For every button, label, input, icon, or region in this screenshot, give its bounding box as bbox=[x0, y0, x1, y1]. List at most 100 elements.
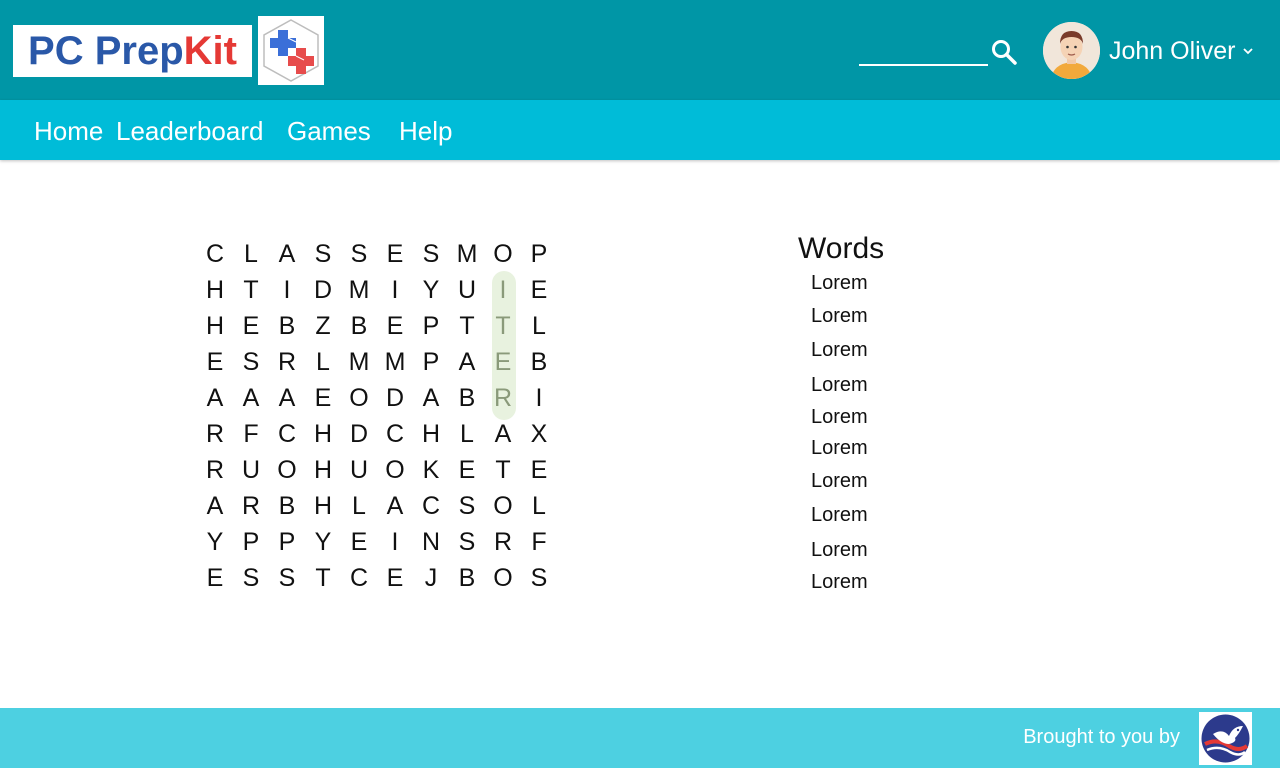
grid-cell[interactable]: H bbox=[197, 272, 233, 308]
grid-cell[interactable]: A bbox=[449, 344, 485, 380]
search-input[interactable] bbox=[859, 36, 988, 66]
grid-cell[interactable]: D bbox=[341, 416, 377, 452]
grid-cell[interactable]: A bbox=[233, 380, 269, 416]
grid-cell[interactable]: D bbox=[377, 380, 413, 416]
brand-logo[interactable]: PC Prep Kit bbox=[13, 25, 252, 77]
grid-cell[interactable]: S bbox=[269, 560, 305, 596]
grid-cell[interactable]: C bbox=[197, 236, 233, 272]
grid-cell[interactable]: R bbox=[233, 488, 269, 524]
brand-cross-icon[interactable] bbox=[258, 16, 324, 85]
grid-cell[interactable]: A bbox=[269, 236, 305, 272]
grid-cell[interactable]: O bbox=[269, 452, 305, 488]
grid-cell[interactable]: H bbox=[305, 452, 341, 488]
grid-cell[interactable]: L bbox=[341, 488, 377, 524]
grid-cell[interactable]: R bbox=[485, 380, 521, 416]
search-icon[interactable] bbox=[989, 37, 1019, 67]
grid-cell[interactable]: Y bbox=[413, 272, 449, 308]
grid-cell[interactable]: E bbox=[449, 452, 485, 488]
grid-cell[interactable]: E bbox=[377, 308, 413, 344]
grid-cell[interactable]: R bbox=[485, 524, 521, 560]
grid-cell[interactable]: A bbox=[413, 380, 449, 416]
grid-cell[interactable]: O bbox=[341, 380, 377, 416]
grid-cell[interactable]: E bbox=[377, 236, 413, 272]
grid-cell[interactable]: S bbox=[233, 344, 269, 380]
grid-cell[interactable]: M bbox=[377, 344, 413, 380]
grid-cell[interactable]: S bbox=[233, 560, 269, 596]
grid-cell[interactable]: B bbox=[341, 308, 377, 344]
grid-cell[interactable]: F bbox=[521, 524, 557, 560]
grid-cell[interactable]: D bbox=[305, 272, 341, 308]
grid-cell[interactable]: U bbox=[341, 452, 377, 488]
grid-cell[interactable]: Y bbox=[197, 524, 233, 560]
grid-cell[interactable]: A bbox=[197, 380, 233, 416]
grid-cell[interactable]: P bbox=[269, 524, 305, 560]
grid-cell[interactable]: B bbox=[449, 560, 485, 596]
grid-cell[interactable]: T bbox=[485, 308, 521, 344]
grid-cell[interactable]: E bbox=[305, 380, 341, 416]
grid-cell[interactable]: X bbox=[521, 416, 557, 452]
grid-cell[interactable]: H bbox=[197, 308, 233, 344]
grid-cell[interactable]: H bbox=[305, 488, 341, 524]
grid-cell[interactable]: M bbox=[341, 272, 377, 308]
grid-cell[interactable]: L bbox=[521, 308, 557, 344]
grid-cell[interactable]: A bbox=[197, 488, 233, 524]
grid-cell[interactable]: C bbox=[341, 560, 377, 596]
grid-cell[interactable]: O bbox=[377, 452, 413, 488]
grid-cell[interactable]: E bbox=[197, 344, 233, 380]
grid-cell[interactable]: N bbox=[413, 524, 449, 560]
grid-cell[interactable]: C bbox=[377, 416, 413, 452]
grid-cell[interactable]: B bbox=[449, 380, 485, 416]
grid-cell[interactable]: S bbox=[305, 236, 341, 272]
grid-cell[interactable]: L bbox=[233, 236, 269, 272]
grid-cell[interactable]: J bbox=[413, 560, 449, 596]
grid-cell[interactable]: I bbox=[269, 272, 305, 308]
grid-cell[interactable]: T bbox=[233, 272, 269, 308]
grid-cell[interactable]: P bbox=[413, 308, 449, 344]
grid-cell[interactable]: S bbox=[521, 560, 557, 596]
grid-cell[interactable]: U bbox=[449, 272, 485, 308]
grid-cell[interactable]: B bbox=[521, 344, 557, 380]
grid-cell[interactable]: E bbox=[521, 272, 557, 308]
grid-cell[interactable]: C bbox=[269, 416, 305, 452]
grid-cell[interactable]: B bbox=[269, 488, 305, 524]
nav-leaderboard[interactable]: Leaderboard bbox=[116, 115, 263, 147]
grid-cell[interactable]: O bbox=[485, 560, 521, 596]
nav-help[interactable]: Help bbox=[399, 115, 452, 147]
grid-cell[interactable]: S bbox=[341, 236, 377, 272]
grid-cell[interactable]: R bbox=[197, 416, 233, 452]
grid-cell[interactable]: Y bbox=[305, 524, 341, 560]
grid-cell[interactable]: T bbox=[305, 560, 341, 596]
user-name[interactable]: John Oliver bbox=[1109, 36, 1235, 66]
grid-cell[interactable]: M bbox=[449, 236, 485, 272]
grid-cell[interactable]: T bbox=[449, 308, 485, 344]
grid-cell[interactable]: S bbox=[449, 524, 485, 560]
grid-cell[interactable]: P bbox=[521, 236, 557, 272]
grid-cell[interactable]: K bbox=[413, 452, 449, 488]
grid-cell[interactable]: C bbox=[413, 488, 449, 524]
grid-cell[interactable]: R bbox=[269, 344, 305, 380]
grid-cell[interactable]: E bbox=[521, 452, 557, 488]
grid-cell[interactable]: L bbox=[305, 344, 341, 380]
grid-cell[interactable]: I bbox=[521, 380, 557, 416]
grid-cell[interactable]: I bbox=[377, 524, 413, 560]
grid-cell[interactable]: S bbox=[449, 488, 485, 524]
grid-cell[interactable]: I bbox=[377, 272, 413, 308]
grid-cell[interactable]: M bbox=[341, 344, 377, 380]
grid-cell[interactable]: A bbox=[377, 488, 413, 524]
grid-cell[interactable]: A bbox=[269, 380, 305, 416]
grid-cell[interactable]: U bbox=[233, 452, 269, 488]
grid-cell[interactable]: A bbox=[485, 416, 521, 452]
sponsor-dove-logo-icon[interactable] bbox=[1199, 712, 1252, 765]
grid-cell[interactable]: P bbox=[413, 344, 449, 380]
grid-cell[interactable]: E bbox=[197, 560, 233, 596]
grid-cell[interactable]: O bbox=[485, 236, 521, 272]
grid-cell[interactable]: I bbox=[485, 272, 521, 308]
grid-cell[interactable]: T bbox=[485, 452, 521, 488]
nav-home[interactable]: Home bbox=[34, 115, 103, 147]
grid-cell[interactable]: S bbox=[413, 236, 449, 272]
avatar[interactable] bbox=[1043, 22, 1100, 79]
grid-cell[interactable]: L bbox=[449, 416, 485, 452]
grid-cell[interactable]: H bbox=[413, 416, 449, 452]
grid-cell[interactable]: E bbox=[341, 524, 377, 560]
chevron-down-icon[interactable] bbox=[1240, 43, 1256, 59]
